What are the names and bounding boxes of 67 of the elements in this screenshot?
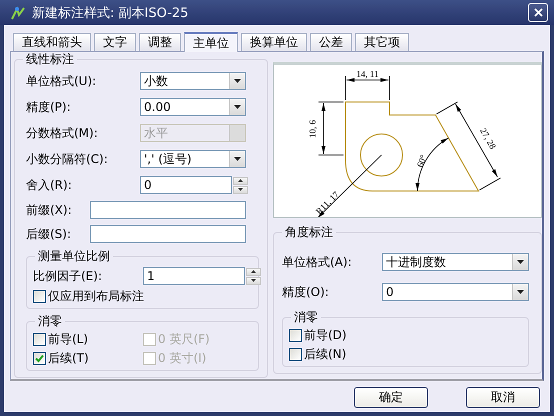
spin-down-button[interactable] bbox=[246, 276, 261, 284]
group-title: 测量单位比例 bbox=[35, 249, 113, 264]
caret-icon bbox=[234, 105, 241, 109]
down-arrow-icon bbox=[251, 279, 256, 282]
check-icon bbox=[35, 354, 44, 363]
dropdown[interactable]: ',' (逗号) bbox=[140, 150, 246, 168]
field-label: 小数分隔符(C): bbox=[26, 150, 109, 168]
number-field[interactable]: 0 bbox=[140, 176, 232, 194]
group-title: 线性标注 bbox=[23, 52, 77, 67]
field-label: 后缀(S): bbox=[26, 226, 72, 242]
input-field[interactable] bbox=[90, 225, 246, 243]
checkbox[interactable] bbox=[289, 329, 302, 342]
spin-up-button[interactable] bbox=[246, 268, 261, 276]
number-field[interactable]: 1 bbox=[143, 267, 245, 285]
dropdown[interactable]: 小数 bbox=[140, 72, 246, 90]
dimension-label: 60° bbox=[414, 153, 429, 169]
hole-circle bbox=[360, 134, 403, 176]
tab[interactable]: 直线和箭头 bbox=[13, 33, 91, 51]
dropdown[interactable]: 0.00 bbox=[140, 98, 246, 116]
caret-icon bbox=[517, 290, 524, 294]
spin-up-button[interactable] bbox=[233, 176, 248, 184]
checkbox[interactable] bbox=[33, 290, 46, 303]
dialog-button[interactable]: 取消 bbox=[466, 387, 540, 408]
down-arrow-icon bbox=[238, 188, 243, 191]
field-label: 分数格式(M): bbox=[26, 124, 99, 142]
tab[interactable]: 换算单位 bbox=[241, 33, 307, 51]
input-field[interactable] bbox=[90, 201, 246, 219]
checkbox-label[interactable]: 仅应用到布局标注 bbox=[48, 288, 144, 305]
checkbox[interactable] bbox=[289, 348, 302, 361]
dimension-label: R11, 17 bbox=[314, 189, 341, 216]
checkbox[interactable] bbox=[33, 333, 46, 346]
dimension-label: 14, 11 bbox=[356, 69, 379, 79]
dimension-label: 27, 28 bbox=[478, 126, 498, 151]
spin-down-button[interactable] bbox=[233, 186, 248, 194]
checkbox-label[interactable]: 后续(T) bbox=[48, 350, 89, 367]
caret-icon bbox=[234, 79, 241, 83]
up-arrow-icon bbox=[251, 270, 256, 273]
checkbox-label[interactable]: 前导(L) bbox=[48, 331, 88, 348]
group-title: 消零 bbox=[35, 314, 65, 329]
field-label: 比例因子(E): bbox=[33, 268, 103, 284]
up-arrow-icon bbox=[238, 179, 243, 182]
field-label: 精度(O): bbox=[282, 284, 330, 300]
dropdown[interactable]: 十进制度数 bbox=[382, 253, 529, 271]
dropdown[interactable]: 0 bbox=[382, 283, 529, 301]
checkbox-label[interactable]: 前导(D) bbox=[304, 327, 347, 344]
checkbox-label[interactable]: 后续(N) bbox=[304, 346, 346, 363]
dimension-label: 10, 6 bbox=[308, 120, 318, 138]
group-title: 消零 bbox=[291, 310, 321, 325]
field-label: 精度(P): bbox=[26, 98, 72, 116]
field-label: 单位格式(A): bbox=[282, 254, 353, 270]
field-label: 单位格式(U): bbox=[26, 72, 98, 90]
field-label: 舍入(R): bbox=[26, 176, 73, 194]
field-label: 前缀(X): bbox=[26, 202, 73, 218]
group-title: 角度标注 bbox=[282, 225, 336, 240]
tab[interactable]: 文字 bbox=[94, 33, 136, 51]
window-title: 新建标注样式: 副本ISO-25 bbox=[32, 4, 188, 22]
tab[interactable]: 主单位 bbox=[184, 32, 238, 52]
caret-icon bbox=[234, 157, 241, 161]
dialog-button[interactable]: 确定 bbox=[354, 387, 428, 408]
close-icon bbox=[534, 8, 542, 17]
close-button[interactable] bbox=[528, 3, 548, 22]
tab[interactable]: 其它项 bbox=[355, 33, 409, 51]
tab[interactable]: 公差 bbox=[310, 33, 352, 51]
checkbox[interactable] bbox=[33, 352, 46, 365]
caret-icon bbox=[517, 260, 524, 264]
app-icon bbox=[10, 4, 26, 20]
tab[interactable]: 调整 bbox=[139, 33, 181, 51]
